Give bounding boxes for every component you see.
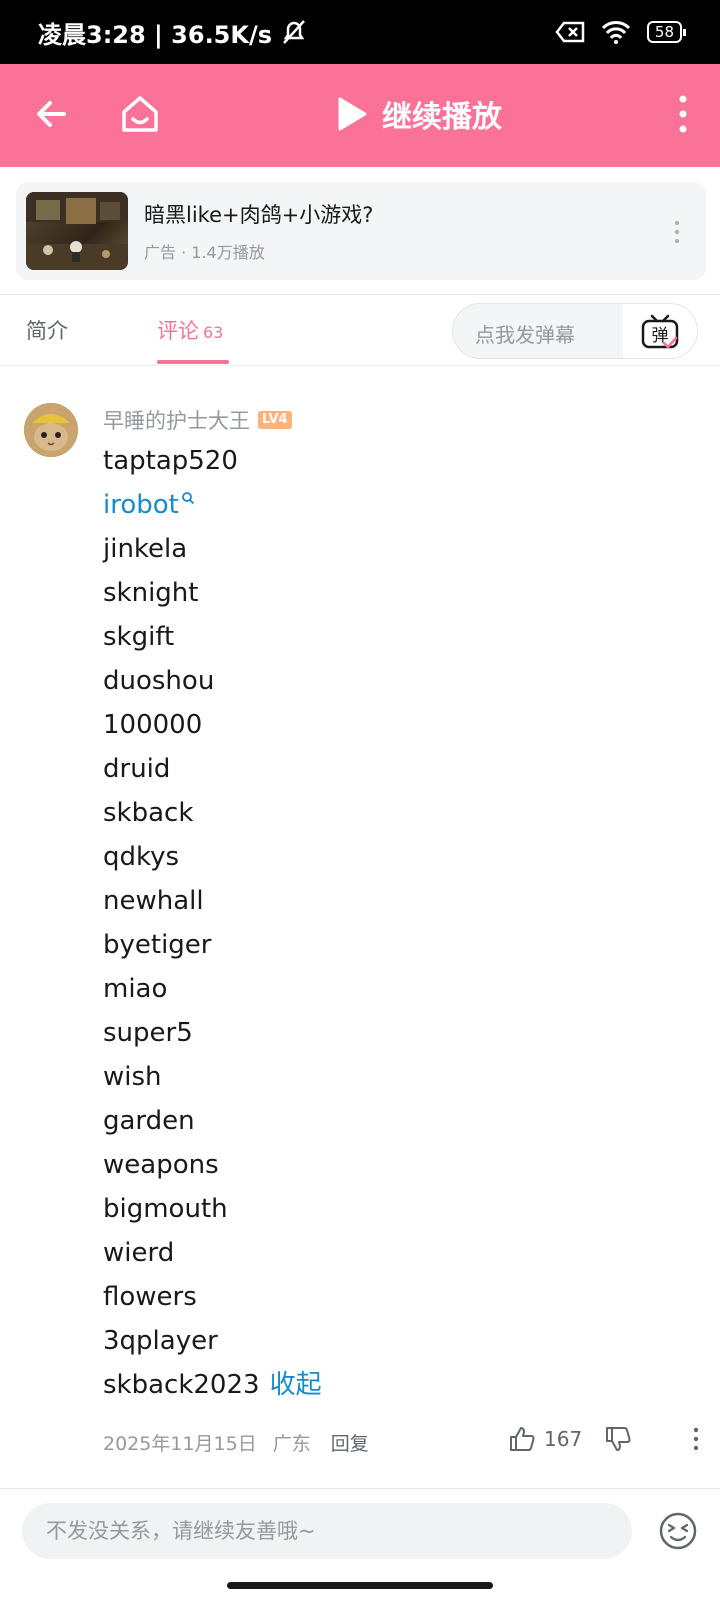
tab-intro[interactable]: 简介 <box>26 315 68 345</box>
continue-play-label: 继续播放 <box>382 100 502 135</box>
comment-line: super5 <box>103 1018 193 1048</box>
reply-button[interactable]: 回复 <box>331 1429 369 1456</box>
tab-comments[interactable]: 评论 63 <box>157 315 223 345</box>
ad-title: 暗黑like+肉鸽+小游戏? <box>144 203 374 227</box>
comment-line: druid <box>103 754 171 784</box>
danmaku-input[interactable]: 点我发弹幕 弹 <box>452 303 698 359</box>
comment-input[interactable]: 不发没关系，请继续友善哦~ <box>22 1503 632 1559</box>
comment-last-line: skback2023 收起 <box>103 1370 322 1400</box>
home-indicator[interactable] <box>227 1582 493 1589</box>
comment-line: duoshou <box>103 666 215 696</box>
comment-line: jinkela <box>103 534 188 564</box>
comment-body: taptap520 irobot jinkela sknight skgift … <box>103 439 322 1407</box>
tab-bar: 简介 评论 63 点我发弹幕 弹 <box>0 294 720 366</box>
comment-link-search[interactable]: irobot <box>103 483 322 527</box>
comment-line: weapons <box>103 1150 219 1180</box>
thumbs-down-icon[interactable] <box>604 1425 632 1453</box>
comment-username[interactable]: 早睡的护士大王 LV4 <box>103 405 292 435</box>
level-badge: LV4 <box>258 411 292 429</box>
avatar[interactable] <box>24 403 78 457</box>
collapse-button[interactable]: 收起 <box>270 1370 322 1400</box>
home-icon[interactable] <box>118 92 162 136</box>
comments-count: 63 <box>203 323 224 342</box>
comment-line: newhall <box>103 886 204 916</box>
comment-date: 2025年11月15日 <box>103 1433 257 1455</box>
ad-card[interactable]: 暗黑like+肉鸽+小游戏? 广告 · 1.4万播放 <box>16 182 706 280</box>
comment-line: flowers <box>103 1282 197 1312</box>
comment-line: bigmouth <box>103 1194 228 1224</box>
comment-line: skback <box>103 798 194 828</box>
comment-more-icon[interactable] <box>692 1427 700 1451</box>
comment-line: skgift <box>103 622 175 652</box>
like-count: 167 <box>544 1427 583 1451</box>
mute-bell-icon <box>283 20 305 44</box>
search-icon <box>181 492 194 505</box>
comment-line: 3qplayer <box>103 1326 218 1356</box>
back-arrow-icon[interactable] <box>32 94 72 134</box>
comment-location: 广东 <box>272 1433 311 1455</box>
comment-line: qdkys <box>103 842 180 872</box>
svg-text:弹: 弹 <box>652 326 669 346</box>
comment-line: garden <box>103 1106 195 1136</box>
emoji-icon[interactable] <box>658 1511 698 1551</box>
tab-comments-label: 评论 <box>157 319 199 343</box>
battery-indicator: 58 <box>646 21 687 43</box>
comment-line: miao <box>103 974 168 1004</box>
comment-line: 100000 <box>103 710 203 740</box>
status-bar: 凌晨3:28 | 36.5K/s 58 <box>0 0 720 64</box>
danmaku-placeholder: 点我发弹幕 <box>475 323 575 347</box>
thumbs-up-icon <box>510 1427 535 1451</box>
username-text: 早睡的护士大王 <box>103 409 250 433</box>
continue-play-button[interactable]: 继续播放 <box>336 92 502 136</box>
no-sim-icon <box>555 21 585 43</box>
ad-thumbnail <box>26 192 128 270</box>
comment-line: taptap520 <box>103 446 238 476</box>
comment-actions: 167 <box>490 1423 720 1459</box>
danmaku-button[interactable]: 弹 <box>623 304 697 358</box>
comment-line: wierd <box>103 1238 175 1268</box>
status-time: 凌晨3:28 | 36.5K/s <box>38 20 273 49</box>
play-icon <box>338 97 367 131</box>
wifi-icon <box>601 21 630 44</box>
active-tab-indicator <box>157 360 229 364</box>
comment-line: sknight <box>103 578 199 608</box>
comment-line: byetiger <box>103 930 212 960</box>
danmaku-tv-icon: 弹 <box>641 314 679 349</box>
like-button[interactable]: 167 <box>508 1425 582 1453</box>
ad-subtitle: 广告 · 1.4万播放 <box>144 243 265 262</box>
app-header: 继续播放 <box>0 64 720 167</box>
more-options-icon[interactable] <box>676 94 690 134</box>
comment-line: wish <box>103 1062 162 1092</box>
comment-meta: 2025年11月15日 广东 回复 <box>103 1429 369 1456</box>
ad-menu-icon[interactable] <box>674 220 680 244</box>
